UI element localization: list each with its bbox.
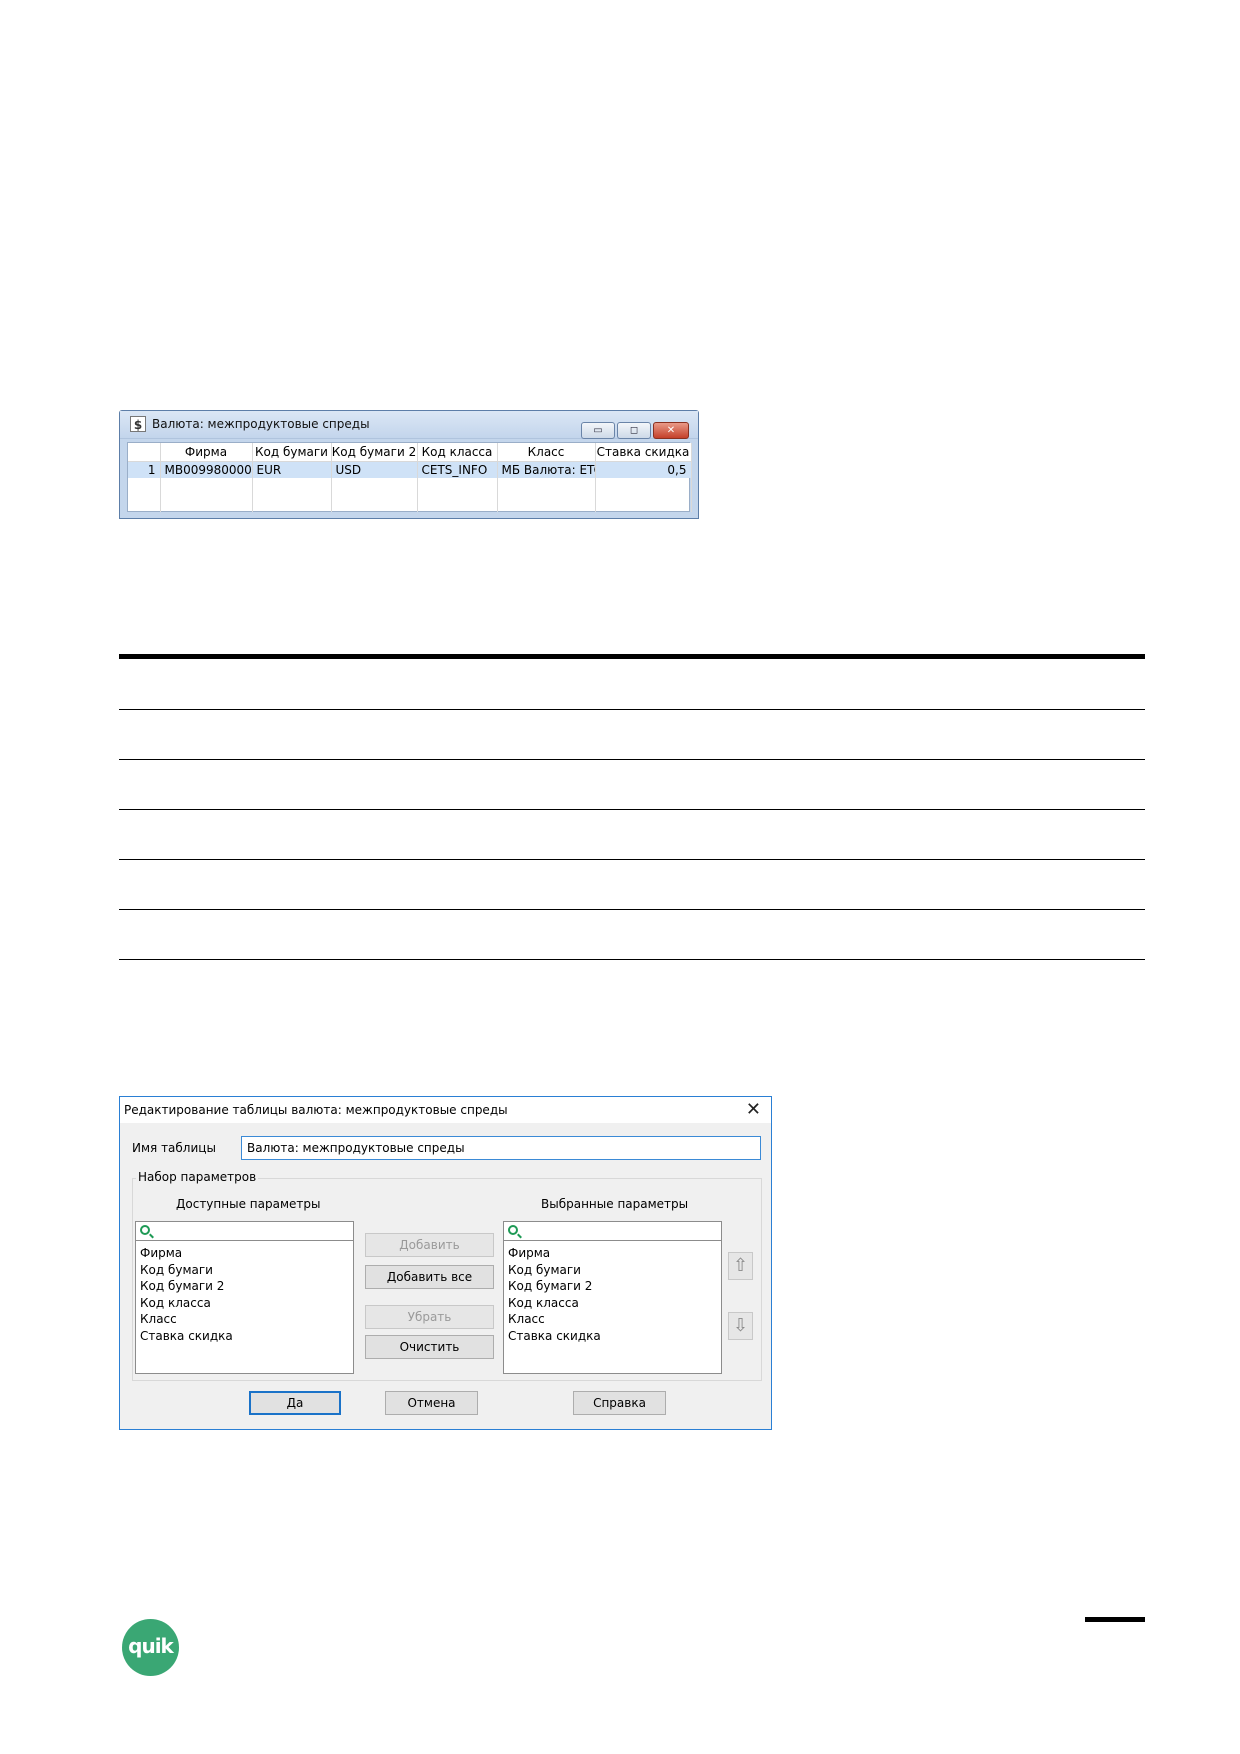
list-item[interactable]: Класс [504,1311,721,1328]
move-down-icon[interactable]: ⇩ [728,1312,753,1340]
search-icon [140,1225,150,1235]
cell-sec-code2: USD [331,461,418,478]
column-header-discount[interactable]: Ставка скидка [595,443,692,462]
selected-search-input[interactable] [504,1222,721,1241]
cell-class-code: CETS_INFO [417,461,498,478]
table-row-rule [119,859,1145,860]
move-up-icon[interactable]: ⇧ [728,1252,753,1280]
cell-firm: MB0099800000 [160,461,253,478]
row-number: 1 [128,461,161,478]
add-all-button[interactable]: Добавить все [365,1265,494,1289]
available-search-input[interactable] [136,1222,353,1241]
table-row-rule [119,959,1145,960]
ok-button[interactable]: Да [249,1391,341,1415]
clear-button[interactable]: Очистить [365,1335,494,1359]
list-item[interactable]: Код класса [136,1295,353,1312]
table-name-input[interactable] [241,1136,761,1160]
list-item[interactable]: Код бумаги [504,1262,721,1279]
list-item[interactable]: Код бумаги 2 [504,1278,721,1295]
cell-discount: 0,5 [595,461,692,478]
currency-table-icon: $ [130,416,146,432]
column-header-num[interactable] [128,443,161,462]
cell-class: МБ Валюта: ETC [497,461,596,478]
column-header-sec-code[interactable]: Код бумаги [252,443,332,462]
column-header-class[interactable]: Класс [497,443,596,462]
list-item[interactable]: Код бумаги [136,1262,353,1279]
column-header-sec-code2[interactable]: Код бумаги 2 [331,443,418,462]
table-row-rule [119,759,1145,760]
list-item[interactable]: Класс [136,1311,353,1328]
spreads-table[interactable]: Фирма Код бумаги Код бумаги 2 Код класса… [127,442,692,512]
close-icon[interactable]: ✕ [746,1099,761,1120]
quik-logo: quik [122,1619,179,1676]
list-item[interactable]: Ставка скидка [504,1328,721,1345]
table-name-label: Имя таблицы [132,1141,216,1155]
list-item[interactable]: Фирма [136,1245,353,1262]
list-item[interactable]: Код бумаги 2 [136,1278,353,1295]
selected-params-list[interactable]: Фирма Код бумаги Код бумаги 2 Код класса… [503,1221,722,1374]
help-button[interactable]: Справка [573,1391,666,1415]
edit-table-dialog: Редактирование таблицы валюта: межпродук… [119,1096,772,1430]
available-params-list[interactable]: Фирма Код бумаги Код бумаги 2 Код класса… [135,1221,354,1374]
edit-dialog-title: Редактирование таблицы валюта: межпродук… [124,1103,508,1117]
spreads-window-titlebar[interactable]: $ Валюта: межпродуктовые спреды ▭ ◻ ✕ [120,411,698,439]
selected-params-label: Выбранные параметры [541,1197,689,1211]
remove-button[interactable]: Убрать [365,1305,494,1329]
minimize-button[interactable]: ▭ [581,422,615,439]
spreads-window: $ Валюта: межпродуктовые спреды ▭ ◻ ✕ Фи… [119,410,699,519]
table-row-rule [119,809,1145,810]
parameters-group-label: Набор параметров [136,1170,259,1184]
cancel-button[interactable]: Отмена [385,1391,478,1415]
table-row[interactable]: 1 MB0099800000 EUR USD CETS_INFO МБ Валю… [128,461,692,478]
edit-dialog-titlebar[interactable]: Редактирование таблицы валюта: межпродук… [120,1097,771,1123]
cell-sec-code: EUR [252,461,332,478]
table-row-rule [119,909,1145,910]
footer-rule [1085,1617,1145,1622]
list-item[interactable]: Фирма [504,1245,721,1262]
spreads-window-title: Валюта: межпродуктовые спреды [152,417,370,431]
close-button[interactable]: ✕ [653,422,689,439]
list-item[interactable]: Ставка скидка [136,1328,353,1345]
table-row-empty [128,478,692,512]
table-row-rule [119,709,1145,710]
add-button[interactable]: Добавить [365,1233,494,1257]
column-header-class-code[interactable]: Код класса [417,443,498,462]
list-item[interactable]: Код класса [504,1295,721,1312]
available-params-label: Доступные параметры [176,1197,321,1211]
column-header-firm[interactable]: Фирма [160,443,253,462]
search-icon [508,1225,518,1235]
maximize-button[interactable]: ◻ [617,422,651,439]
table-top-rule [119,654,1145,659]
